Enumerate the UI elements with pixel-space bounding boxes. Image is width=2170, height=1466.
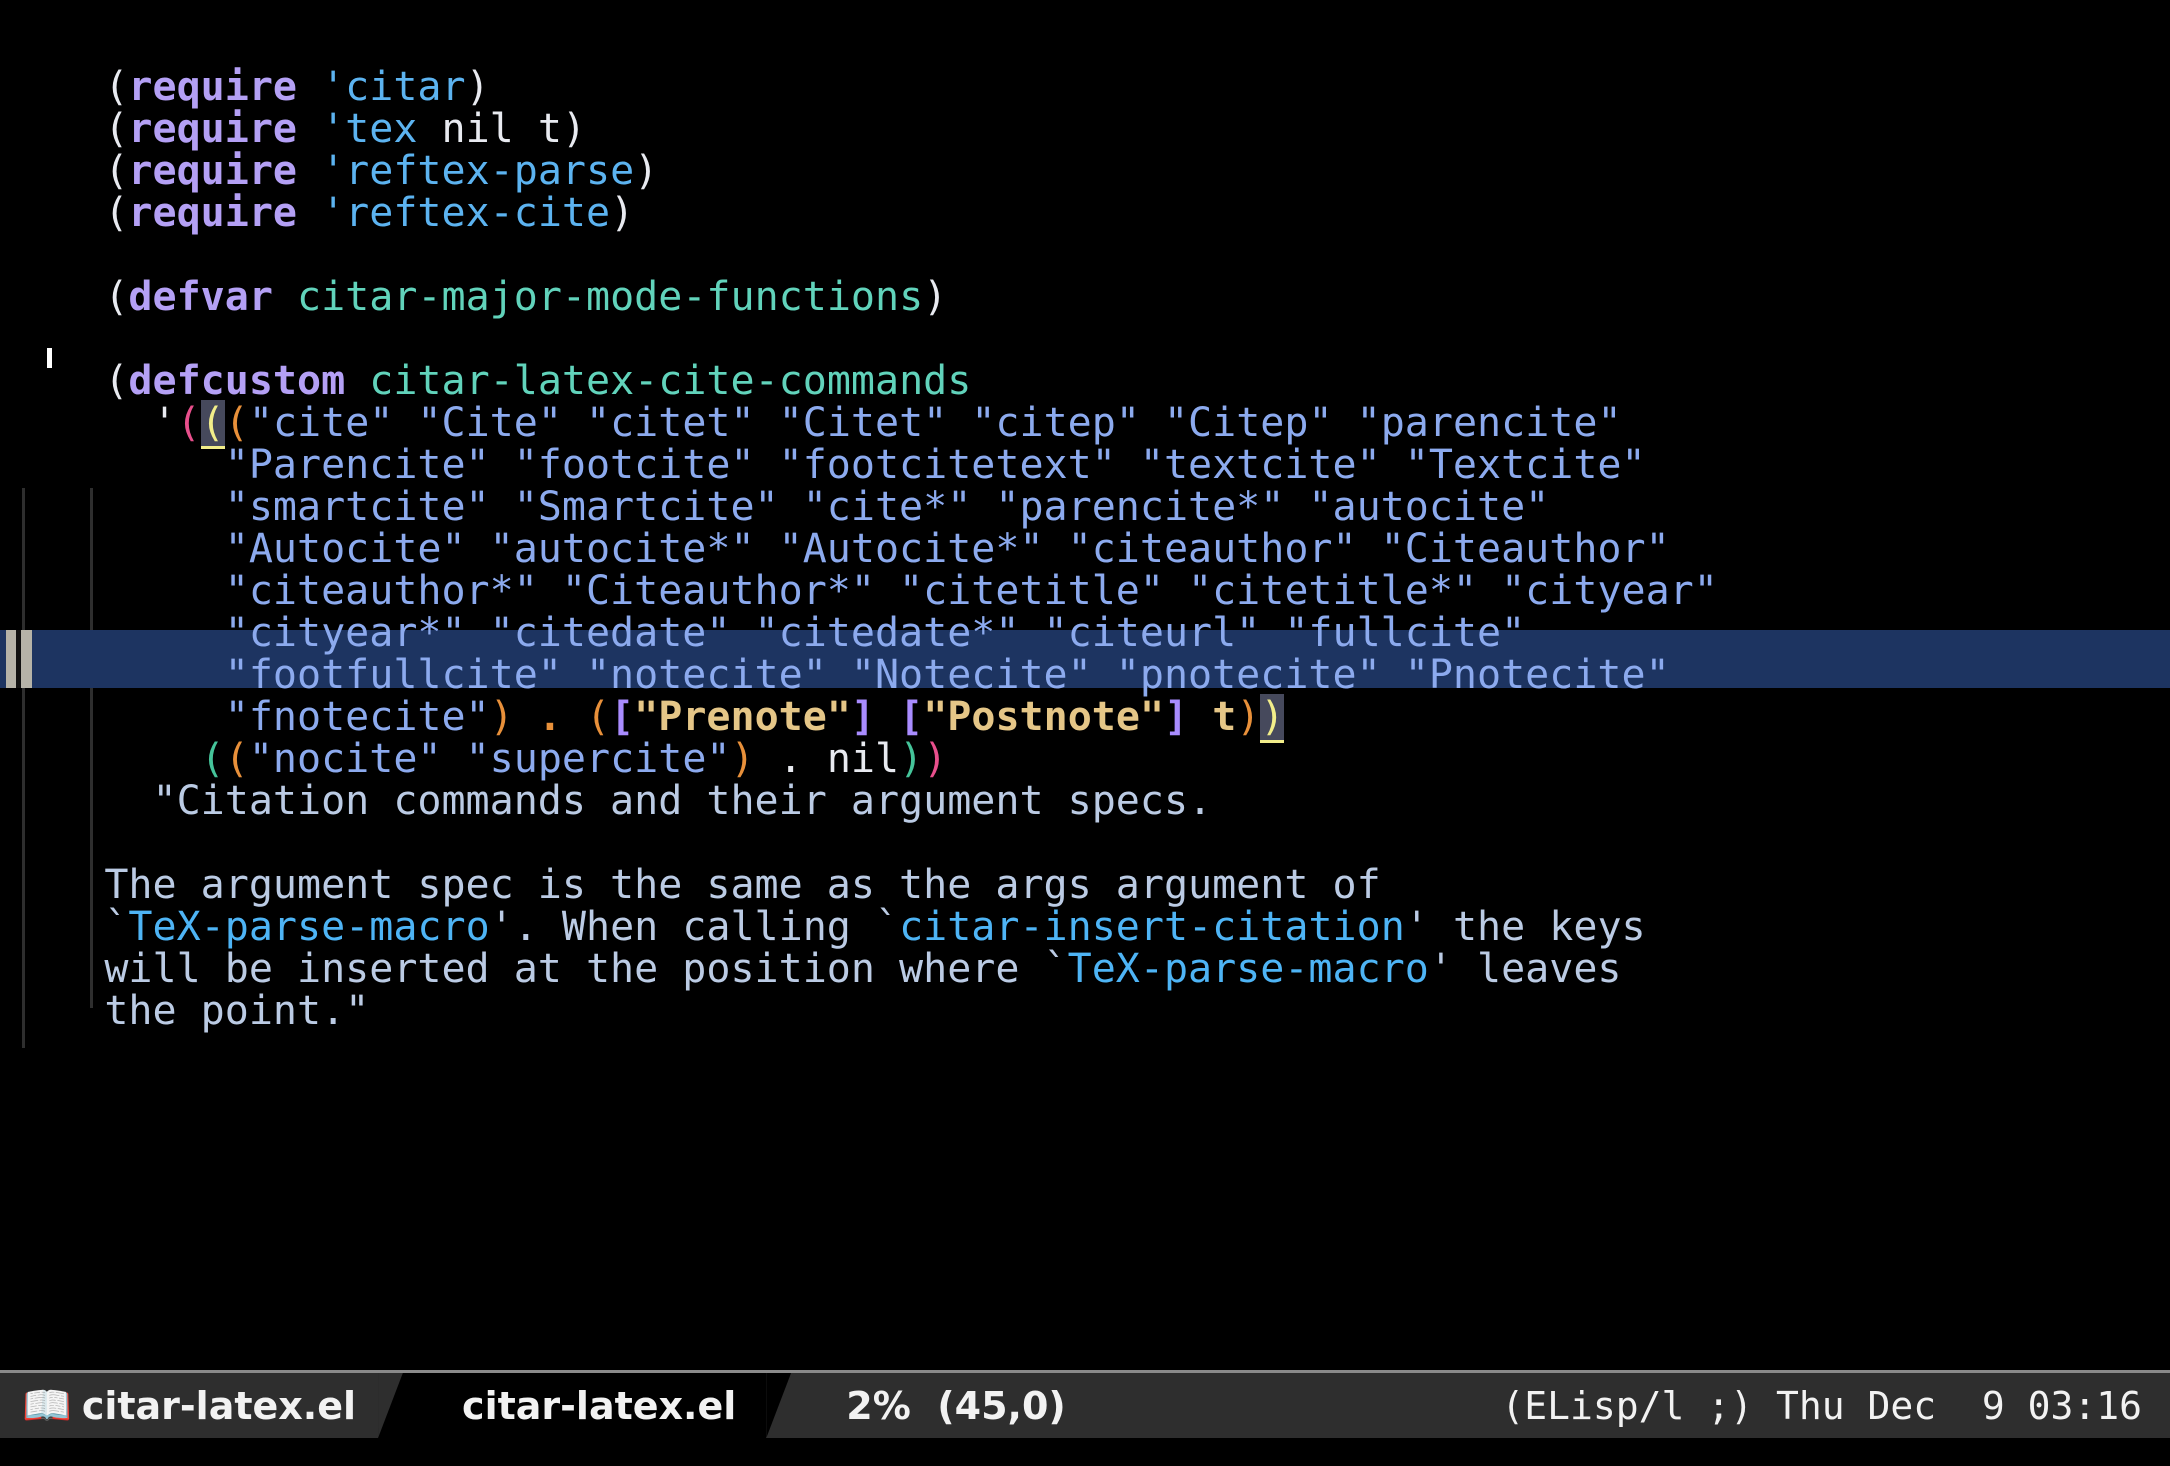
string-row: "Parencite" "footcite" "footcitetext" "t… <box>104 442 1646 488</box>
modeline-percent: 2% <box>846 1383 911 1428</box>
keyword-defvar: defvar <box>128 274 273 320</box>
paren: ( <box>104 190 129 236</box>
string-row: "Autocite" "autocite*" "Autocite*" "cite… <box>104 526 1670 572</box>
docstring-line: will be inserted at the position where ` <box>104 946 1068 992</box>
modeline-buffer-name-alt: citar-latex.el <box>462 1383 737 1428</box>
keyword-require: require <box>128 190 297 236</box>
keyword-require: require <box>128 148 297 194</box>
literal-t: t <box>1188 694 1237 740</box>
modeline-clock: Thu Dec 9 03:16 <box>1775 1383 2142 1428</box>
modeline-major-mode: (ELisp/l ;) <box>1501 1383 1754 1428</box>
literal-nil: nil <box>441 106 514 152</box>
keyword-defcustom: defcustom <box>128 358 346 404</box>
bracket-close: ] <box>1164 694 1189 740</box>
paren-match-close: ) <box>1260 694 1285 743</box>
literal-t: t <box>537 106 562 152</box>
modeline-separator-2 <box>766 1373 807 1438</box>
delimiter-open-green: ( <box>200 736 225 782</box>
docstring-last-line: the point." <box>104 988 370 1034</box>
paren-close: ) <box>561 106 587 152</box>
modeline-buffer-name: citar-latex.el <box>81 1383 357 1428</box>
editor-buffer[interactable]: (require 'citar) (require 'tex nil t) (r… <box>0 0 2170 1370</box>
string-prenote: "Prenote" <box>634 694 851 740</box>
doc-link-tex-parse-macro[interactable]: TeX-parse-macro <box>128 904 489 950</box>
doc-link-tex-parse-macro[interactable]: TeX-parse-macro <box>1068 946 1429 992</box>
modeline-gap <box>1753 1384 1776 1428</box>
cons-dot: . nil <box>754 736 900 782</box>
keyword-require: require <box>128 64 297 110</box>
paren: ( <box>104 64 129 110</box>
cons-dot: . <box>513 694 586 740</box>
delimiter-open: ( <box>585 694 611 740</box>
fringe-marker <box>6 630 32 688</box>
string-row: "cityear*" "citedate" "citedate*" "citeu… <box>104 610 1526 656</box>
modeline-segment-buffer-alt[interactable]: citar-latex.el <box>418 1373 767 1438</box>
delimiter-open-orange: ( <box>224 736 249 782</box>
bracket-open: [ <box>610 694 635 740</box>
modeline: 📖 citar-latex.el citar-latex.el 2% (45,0… <box>0 1370 2170 1438</box>
delimiter-close-pink: ) <box>923 736 948 782</box>
modeline-filler <box>1085 1373 1502 1438</box>
keyword-require: require <box>128 106 297 152</box>
docstring-line: ' the keys <box>1404 904 1646 950</box>
docstring-line: The argument spec is the same as the arg… <box>104 862 1381 908</box>
bracket-close: ] <box>850 694 876 740</box>
docstring-line: '. When calling ` <box>489 904 900 950</box>
paren: ( <box>104 274 129 320</box>
paren-close: ) <box>923 274 948 320</box>
delimiter-close: ) <box>489 694 514 740</box>
symbol-reftex-cite: 'reftex-cite <box>321 190 611 236</box>
modeline-segment-buffer[interactable]: 📖 citar-latex.el <box>0 1373 379 1438</box>
modeline-separator-1 <box>378 1373 419 1438</box>
doc-link-citar-insert-citation[interactable]: citar-insert-citation <box>899 904 1405 950</box>
docstring-line: ' leaves <box>1428 946 1622 992</box>
delimiter-close-orange: ) <box>730 736 755 782</box>
book-icon: 📖 <box>22 1382 72 1429</box>
string-row: "citeauthor*" "Citeauthor*" "citetitle" … <box>104 568 1718 614</box>
string-cite: "cite" "Cite" "citet" "Citet" "citep" "C… <box>248 400 1622 446</box>
variable-citar-major-mode-functions: citar-major-mode-functions <box>297 274 924 320</box>
paren: ( <box>104 106 129 152</box>
string-postnote: "Postnote" <box>923 694 1165 740</box>
docstring-backtick: ` <box>104 904 129 950</box>
string-nocite: "nocite" "supercite" <box>248 736 731 782</box>
bottom-padding <box>0 1438 2170 1466</box>
string-fnotecite: "fnotecite" <box>104 694 490 740</box>
modeline-gap <box>911 1384 937 1428</box>
docstring-first-line: "Citation commands and their argument sp… <box>104 778 1213 824</box>
modeline-right[interactable]: (ELisp/l ;) Thu Dec 9 03:16 <box>1501 1373 2170 1438</box>
paren-close: ) <box>634 148 659 194</box>
string-row: "smartcite" "Smartcite" "cite*" "parenci… <box>104 484 1550 530</box>
delimiter-close-green: ) <box>899 736 924 782</box>
delimiter-close: ) <box>1236 694 1261 740</box>
delimiter-open-1: ( <box>176 400 201 446</box>
delimiter-open-3: ( <box>224 400 249 446</box>
quote-mark: ' <box>104 400 177 446</box>
symbol-tex: 'tex <box>321 106 418 152</box>
bracket-open: [ <box>899 694 924 740</box>
symbol-reftex-parse: 'reftex-parse <box>321 148 635 194</box>
modeline-segment-position[interactable]: 2% (45,0) <box>806 1373 1086 1438</box>
modeline-position: (45,0) <box>937 1383 1066 1428</box>
paren-close: ) <box>610 190 635 236</box>
symbol-citar: 'citar <box>321 64 466 110</box>
string-row: "footfullcite" "notecite" "Notecite" "pn… <box>104 652 1670 698</box>
paren: ( <box>104 358 129 404</box>
variable-citar-latex-cite-commands: citar-latex-cite-commands <box>369 358 972 404</box>
cursor-tick <box>47 348 52 368</box>
paren: ( <box>104 148 129 194</box>
paren-close: ) <box>465 64 490 110</box>
